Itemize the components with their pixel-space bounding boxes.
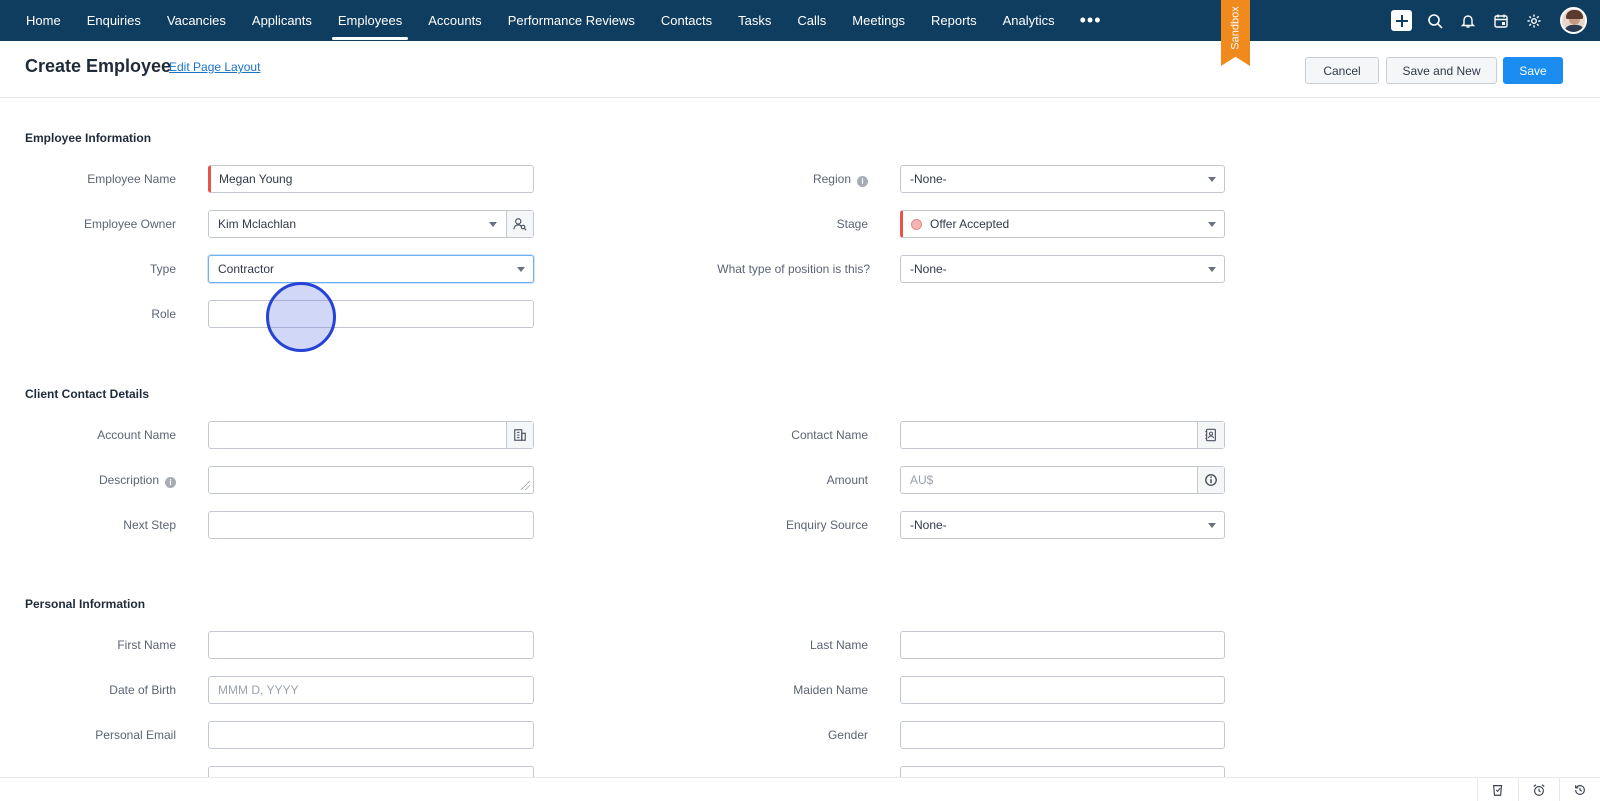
section-title-personal-information: Personal Information (25, 597, 146, 611)
employee-owner-label: Employee Owner (83, 217, 176, 231)
region-label: Region i (710, 172, 868, 187)
click-cursor-highlight (266, 282, 336, 352)
type-label: Type (149, 262, 176, 276)
gender-field[interactable] (900, 721, 1225, 749)
nav-item-enquiries[interactable]: Enquiries (74, 0, 154, 41)
account-name-field[interactable] (208, 421, 534, 449)
amount-field[interactable]: AU$ (900, 466, 1225, 494)
account-name-label: Account Name (97, 428, 176, 442)
nav-item-calls[interactable]: Calls (784, 0, 839, 41)
currency-prefix: AU$ (910, 473, 934, 487)
page-title: Create Employee (25, 56, 172, 76)
next-step-label: Next Step (123, 518, 176, 532)
edit-page-layout-link[interactable]: Edit Page Layout (169, 60, 260, 74)
employee-owner-value: Kim Mclachlan (218, 217, 297, 231)
region-value: -None- (910, 172, 947, 186)
employee-name-label: Employee Name (87, 172, 176, 186)
user-avatar[interactable] (1560, 7, 1587, 34)
footer-icons (1477, 778, 1600, 801)
save-and-new-button[interactable]: Save and New (1386, 57, 1497, 84)
position-type-select[interactable]: -None- (900, 255, 1225, 283)
top-navigation: Home Enquiries Vacancies Applicants Empl… (0, 0, 1600, 41)
last-name-label: Last Name (809, 638, 868, 652)
calendar-icon[interactable] (1484, 0, 1517, 41)
nav-item-contacts[interactable]: Contacts (648, 0, 725, 41)
search-icon[interactable] (1418, 0, 1451, 41)
stage-select[interactable]: Offer Accepted (900, 210, 1225, 238)
nav-item-reports[interactable]: Reports (918, 0, 990, 41)
next-step-field[interactable] (208, 511, 534, 539)
history-icon[interactable] (1559, 778, 1600, 801)
first-name-label: First Name (117, 638, 176, 652)
chevron-down-icon (517, 267, 525, 272)
checklist-icon[interactable] (1477, 778, 1518, 801)
resize-handle-icon[interactable] (521, 481, 530, 490)
gender-label: Gender (827, 728, 868, 742)
employee-name-field[interactable]: Megan Young (208, 165, 534, 193)
region-select[interactable]: -None- (900, 165, 1225, 193)
chevron-down-icon (489, 222, 497, 227)
role-field[interactable] (208, 300, 534, 328)
type-select[interactable]: Contractor (208, 255, 534, 283)
description-textarea[interactable] (208, 466, 534, 494)
plus-icon (1391, 10, 1412, 31)
maiden-name-label: Maiden Name (793, 683, 868, 697)
contact-name-label: Contact Name (791, 428, 868, 442)
employee-owner-select[interactable]: Kim Mclachlan (208, 210, 534, 238)
type-value: Contractor (218, 262, 275, 276)
page-header: Create Employee Edit Page Layout Cancel … (0, 41, 1600, 98)
info-icon[interactable]: i (857, 176, 868, 187)
more-menu-icon[interactable]: ••• (1068, 0, 1114, 41)
nav-item-vacancies[interactable]: Vacancies (154, 0, 239, 41)
personal-email-field[interactable] (208, 721, 534, 749)
position-type-value: -None- (910, 262, 947, 276)
contact-card-icon[interactable] (1197, 422, 1224, 448)
nav-item-analytics[interactable]: Analytics (990, 0, 1068, 41)
maiden-name-field[interactable] (900, 676, 1225, 704)
alarm-clock-icon[interactable] (1518, 778, 1559, 801)
nav-item-accounts[interactable]: Accounts (415, 0, 494, 41)
gear-icon[interactable] (1517, 0, 1550, 41)
enquiry-source-label: Enquiry Source (785, 518, 868, 532)
cancel-button[interactable]: Cancel (1305, 57, 1379, 84)
first-name-field[interactable] (208, 631, 534, 659)
save-button[interactable]: Save (1503, 57, 1563, 84)
nav-item-employees[interactable]: Employees (325, 0, 415, 41)
nav-item-performance-reviews[interactable]: Performance Reviews (495, 0, 648, 41)
chevron-down-icon (1208, 222, 1216, 227)
last-name-field[interactable] (900, 631, 1225, 659)
enquiry-source-value: -None- (910, 518, 947, 532)
chevron-down-icon (1208, 177, 1216, 182)
user-lookup-icon[interactable] (506, 211, 533, 237)
contact-name-field[interactable] (900, 421, 1225, 449)
section-title-employee-information: Employee Information (25, 131, 152, 145)
nav-item-applicants[interactable]: Applicants (239, 0, 325, 41)
nav-utility-icons (1385, 0, 1600, 41)
bell-icon[interactable] (1451, 0, 1484, 41)
info-icon[interactable] (1197, 467, 1224, 493)
date-of-birth-field[interactable]: MMM D, YYYY (208, 676, 534, 704)
footer-bar (0, 777, 1600, 801)
description-label: Description i (40, 473, 176, 488)
employee-name-value: Megan Young (219, 172, 293, 186)
stage-value: Offer Accepted (930, 217, 1010, 231)
position-type-label: What type of position is this? (717, 262, 870, 276)
stage-label: Stage (836, 217, 868, 231)
section-title-client-contact-details: Client Contact Details (25, 387, 150, 401)
personal-email-label: Personal Email (95, 728, 176, 742)
building-icon[interactable] (506, 422, 533, 448)
chevron-down-icon (1208, 267, 1216, 272)
amount-label: Amount (826, 473, 868, 487)
date-of-birth-label: Date of Birth (109, 683, 176, 697)
chevron-down-icon (1208, 523, 1216, 528)
enquiry-source-select[interactable]: -None- (900, 511, 1225, 539)
nav-item-home[interactable]: Home (0, 0, 74, 41)
info-icon[interactable]: i (165, 477, 176, 488)
nav-item-meetings[interactable]: Meetings (839, 0, 918, 41)
role-label: Role (151, 307, 176, 321)
stage-status-dot (911, 218, 922, 230)
date-of-birth-placeholder: MMM D, YYYY (218, 683, 299, 697)
nav-item-tasks[interactable]: Tasks (725, 0, 784, 41)
create-new-button[interactable] (1385, 0, 1418, 41)
